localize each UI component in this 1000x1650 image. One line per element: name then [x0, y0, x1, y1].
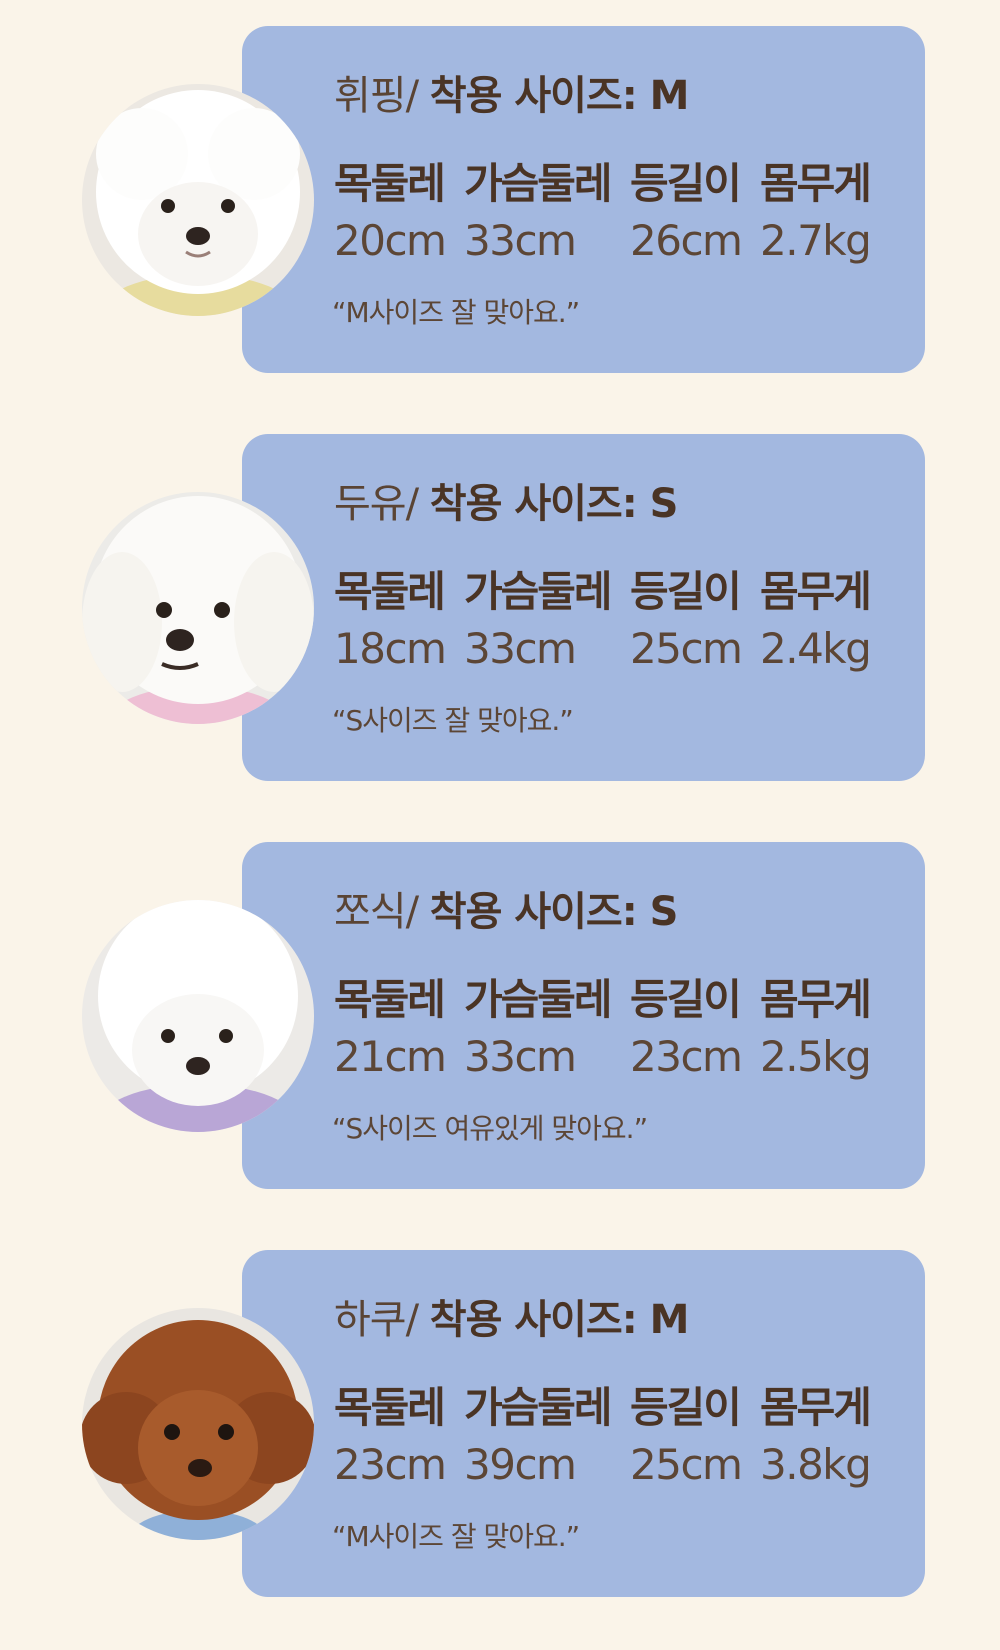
value-weight: 3.8kg: [760, 1440, 872, 1489]
dog-title: 쪼식/ 착용 사이즈: S: [334, 888, 679, 936]
review-quote: “S사이즈 여유있게 맞아요.”: [332, 1112, 648, 1145]
header-neck: 목둘레: [334, 975, 446, 1024]
dog-name: 두유/: [334, 481, 419, 527]
dog-title: 휘핑/ 착용 사이즈: M: [334, 72, 690, 120]
value-neck: 21cm: [334, 1032, 447, 1081]
header-chest: 가슴둘레: [464, 159, 613, 208]
brown-poodle-photo: [82, 1308, 314, 1540]
value-chest: 33cm: [464, 624, 577, 673]
dog-title: 두유/ 착용 사이즈: S: [334, 480, 679, 528]
header-chest: 가슴둘레: [464, 975, 613, 1024]
wear-size: 착용 사이즈: M: [429, 1297, 690, 1343]
header-weight: 몸무게: [760, 159, 872, 208]
dog-name: 휘핑/: [334, 73, 419, 119]
review-card-3: 쪼식/ 착용 사이즈: S 목둘레 가슴둘레 등길이 몸무게 21cm 33cm…: [242, 842, 925, 1189]
value-chest: 39cm: [464, 1440, 577, 1489]
value-back: 26cm: [630, 216, 743, 265]
dog-name: 하쿠/: [334, 1297, 419, 1343]
wear-size: 착용 사이즈: S: [429, 481, 679, 527]
value-chest: 33cm: [464, 216, 577, 265]
review-card-4: 하쿠/ 착용 사이즈: M 목둘레 가슴둘레 등길이 몸무게 23cm 39cm…: [242, 1250, 925, 1597]
review-card-2: 두유/ 착용 사이즈: S 목둘레 가슴둘레 등길이 몸무게 18cm 33cm…: [242, 434, 925, 781]
dog-photo-4: [82, 1308, 314, 1540]
value-back: 25cm: [630, 624, 743, 673]
header-back: 등길이: [630, 1383, 742, 1432]
value-neck: 20cm: [334, 216, 447, 265]
value-neck: 18cm: [334, 624, 447, 673]
header-back: 등길이: [630, 159, 742, 208]
review-quote: “S사이즈 잘 맞아요.”: [332, 704, 574, 737]
value-weight: 2.5kg: [760, 1032, 872, 1081]
review-card-1: 휘핑/ 착용 사이즈: M 목둘레 가슴둘레 등길이 몸무게 20cm 33cm…: [242, 26, 925, 373]
white-maltese-photo: [82, 492, 314, 724]
value-weight: 2.4kg: [760, 624, 872, 673]
header-weight: 몸무게: [760, 1383, 872, 1432]
value-back: 25cm: [630, 1440, 743, 1489]
white-bichon-photo: [82, 84, 314, 316]
review-quote: “M사이즈 잘 맞아요.”: [332, 296, 580, 329]
value-neck: 23cm: [334, 1440, 447, 1489]
header-weight: 몸무게: [760, 975, 872, 1024]
header-weight: 몸무게: [760, 567, 872, 616]
white-bichon-photo: [82, 900, 314, 1132]
dog-name: 쪼식/: [334, 889, 419, 935]
value-back: 23cm: [630, 1032, 743, 1081]
header-chest: 가슴둘레: [464, 1383, 613, 1432]
dog-photo-1: [82, 84, 314, 316]
dog-title: 하쿠/ 착용 사이즈: M: [334, 1296, 690, 1344]
header-back: 등길이: [630, 975, 742, 1024]
dog-photo-2: [82, 492, 314, 724]
header-neck: 목둘레: [334, 159, 446, 208]
header-chest: 가슴둘레: [464, 567, 613, 616]
header-neck: 목둘레: [334, 1383, 446, 1432]
value-weight: 2.7kg: [760, 216, 872, 265]
wear-size: 착용 사이즈: M: [429, 73, 690, 119]
header-neck: 목둘레: [334, 567, 446, 616]
review-quote: “M사이즈 잘 맞아요.”: [332, 1520, 580, 1553]
wear-size: 착용 사이즈: S: [429, 889, 679, 935]
dog-photo-3: [82, 900, 314, 1132]
header-back: 등길이: [630, 567, 742, 616]
value-chest: 33cm: [464, 1032, 577, 1081]
